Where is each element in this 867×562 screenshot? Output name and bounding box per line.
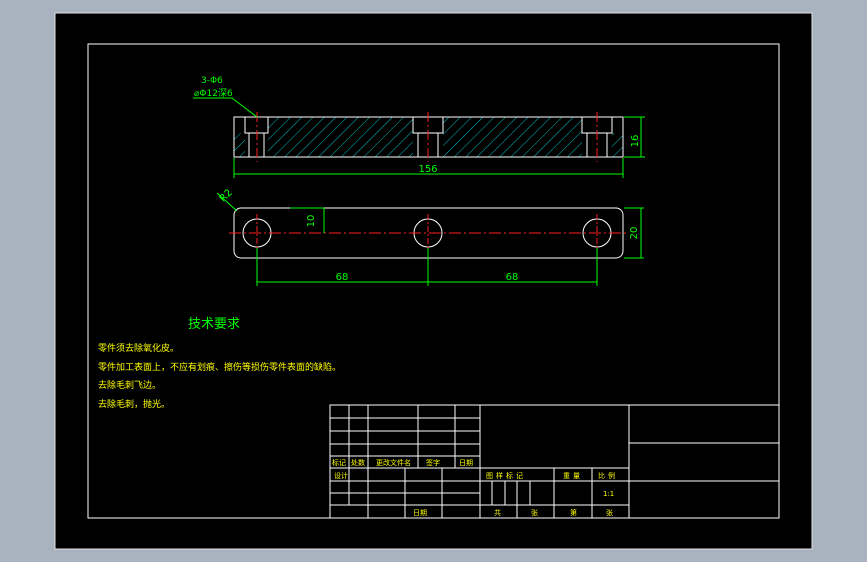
cad-drawing-canvas: 3-Φ6 ⌀Φ12深6 156 16 R2 10 20 68 68 技术要求 零	[54, 12, 813, 550]
leader-hole-count: 3-Φ6	[201, 76, 223, 86]
sheet-total-label: 共	[494, 508, 501, 517]
stage-header-scale: 比例	[598, 471, 618, 480]
sheet-number-unit: 张	[606, 508, 613, 517]
requirement-item-2: 零件加工表面上，不应有划痕、擦伤等损伤零件表面的缺陷。	[98, 361, 341, 373]
requirement-item-4: 去除毛刺，抛光。	[98, 398, 170, 410]
rev-header-count: 处数	[351, 458, 365, 467]
rev-header-mark: 标记	[332, 458, 346, 467]
date-label: 日期	[413, 509, 427, 517]
dim-overall-length: 156	[418, 164, 437, 175]
requirements-title: 技术要求	[188, 317, 240, 332]
drawing-paper	[54, 12, 813, 550]
dim-hole-height: 10	[306, 215, 317, 228]
requirement-item-3: 去除毛刺飞边。	[98, 379, 161, 391]
dim-width: 20	[629, 227, 640, 240]
dim-thickness: 16	[630, 135, 641, 148]
hatch-region-left-end	[234, 133, 245, 157]
leader-counterbore-spec: ⌀Φ12深6	[194, 88, 233, 99]
requirement-item-1: 零件须去除氧化皮。	[98, 342, 179, 354]
hatch-region-1	[268, 117, 413, 157]
dim-spacing-left: 68	[336, 272, 349, 283]
dim-spacing-right: 68	[506, 272, 519, 283]
scale-value: 1:1	[603, 490, 614, 498]
sheet-number-label: 第	[570, 508, 577, 517]
design-label: 设计	[334, 471, 348, 480]
rev-header-date: 日期	[459, 459, 473, 467]
hatch-region-2	[443, 117, 582, 157]
stage-header-weight: 重量	[563, 472, 583, 480]
hatch-region-right-end	[612, 133, 623, 157]
rev-header-signature: 签字	[426, 458, 440, 467]
stage-header-drawing-mark: 图样标记	[486, 471, 526, 480]
rev-header-document: 更改文件名	[376, 458, 411, 467]
sheet-total-unit: 张	[531, 508, 538, 517]
